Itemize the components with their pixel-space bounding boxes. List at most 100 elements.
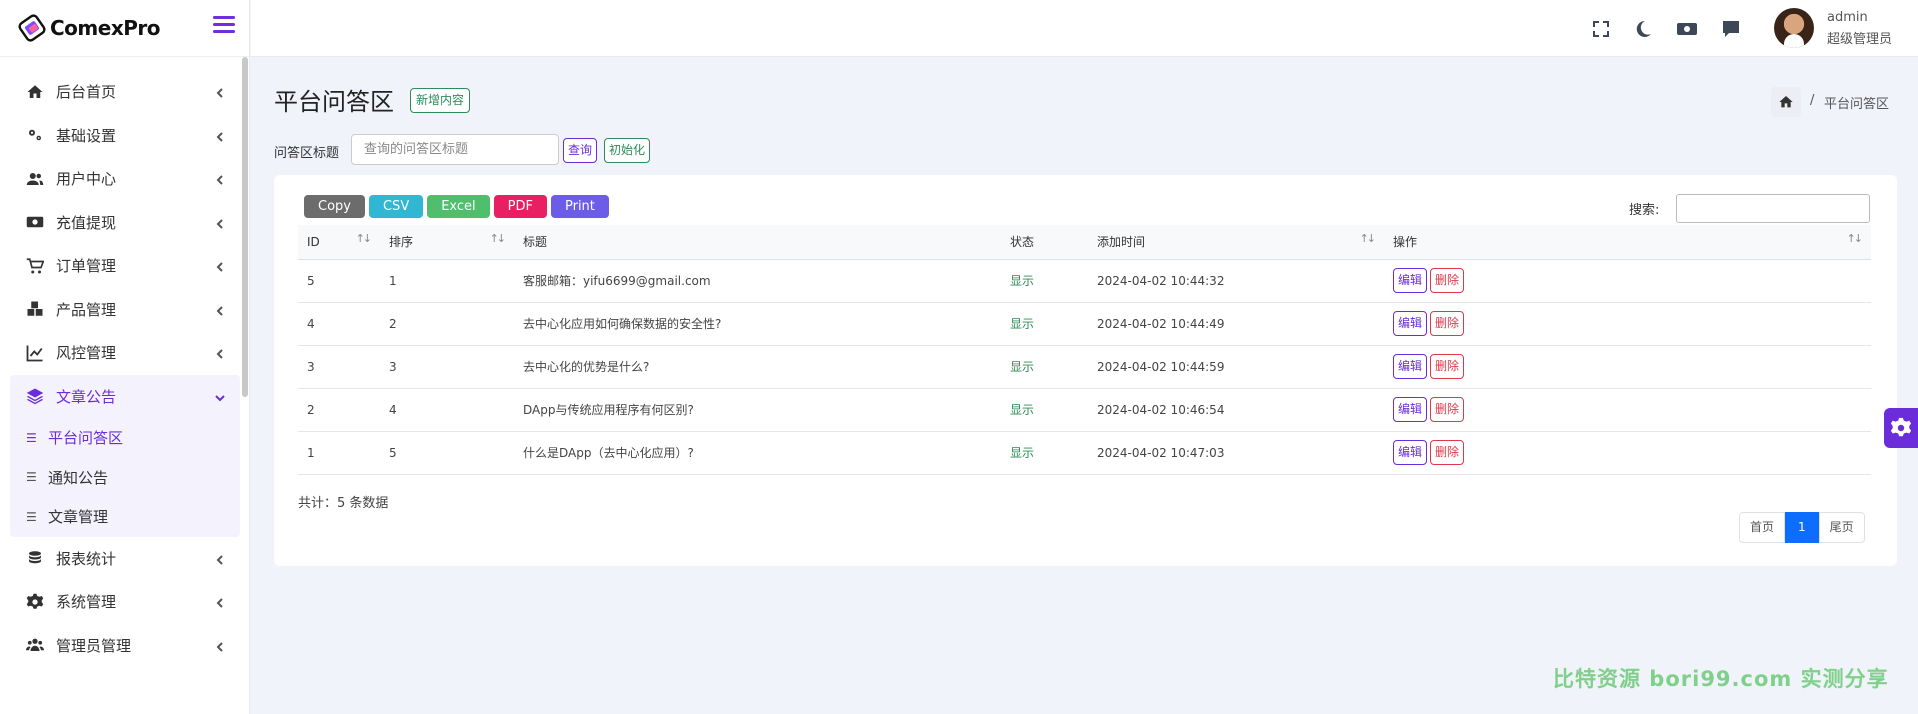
edit-button[interactable]: 编辑 — [1393, 397, 1428, 422]
total-count: 共计：5 条数据 — [298, 496, 389, 511]
column-header-time[interactable]: 添加时间 ↑↓ — [1088, 225, 1384, 260]
delete-button[interactable]: 删除 — [1430, 354, 1465, 379]
menu-toggle-icon[interactable] — [213, 16, 235, 36]
cell-status: 显示 — [1010, 403, 1035, 417]
sidebar-subitem-notices[interactable]: ☰ 通知公告 — [10, 458, 240, 498]
qa-table: ID ↑↓ 排序 ↑↓ 标题 状态 添加时间 ↑↓ 操作 ↑↓ 5 1 客服邮箱：yif… — [298, 225, 1871, 475]
sidebar-item-basic-settings[interactable]: 基础设置 — [10, 114, 240, 158]
table-row: 1 5 什么是DApp（去中心化应用）? 显示 2024-04-02 10:47… — [298, 431, 1871, 474]
cell-title: DApp与传统应用程序有何区别? — [523, 403, 694, 417]
edit-button[interactable]: 编辑 — [1393, 268, 1428, 293]
sidebar-item-reports[interactable]: 报表统计 — [10, 537, 240, 581]
pdf-button[interactable]: PDF — [493, 195, 547, 218]
page-title: 平台问答区 — [274, 88, 394, 116]
edit-button[interactable]: 编辑 — [1393, 440, 1428, 465]
excel-button[interactable]: Excel — [427, 195, 490, 218]
sidebar-subitem-label: 文章管理 — [48, 508, 109, 527]
user-role: 超级管理员 — [1827, 32, 1893, 47]
chart-line-icon — [24, 344, 46, 362]
settings-gear-icon[interactable] — [1884, 408, 1918, 448]
sidebar-item-orders[interactable]: 订单管理 — [10, 244, 240, 288]
fullscreen-icon[interactable] — [1591, 19, 1611, 39]
delete-button[interactable]: 删除 — [1430, 397, 1465, 422]
last-page-button[interactable]: 尾页 — [1818, 512, 1865, 543]
cubes-icon — [24, 300, 46, 318]
sidebar-scrollbar[interactable] — [242, 57, 248, 397]
sidebar-subitem-label: 通知公告 — [48, 468, 109, 487]
gear-icon — [24, 593, 46, 611]
table-search-input[interactable] — [1676, 194, 1870, 223]
sidebar-item-system[interactable]: 系统管理 — [10, 580, 240, 624]
column-header-id[interactable]: ID ↑↓ — [298, 225, 380, 260]
cell-title: 去中心化应用如何确保数据的安全性? — [523, 317, 722, 331]
sidebar-item-label: 系统管理 — [56, 593, 117, 612]
cell-actions: 编辑 删除 — [1384, 259, 1871, 302]
money-icon[interactable] — [1677, 19, 1697, 39]
avatar[interactable] — [1774, 8, 1814, 48]
sidebar-item-user-center[interactable]: 用户中心 — [10, 157, 240, 201]
column-header-actions[interactable]: 操作 ↑↓ — [1384, 225, 1871, 260]
current-page-button[interactable]: 1 — [1785, 512, 1819, 543]
sort-icon: ↑↓ — [489, 232, 507, 245]
add-content-button[interactable]: 新增内容 — [410, 88, 471, 113]
sidebar-item-label: 后台首页 — [56, 83, 117, 102]
cell-time: 2024-04-02 10:44:49 — [1097, 316, 1225, 331]
sidebar-item-articles[interactable]: 文章公告 — [10, 375, 240, 419]
sidebar-subitem-label: 平台问答区 — [48, 429, 124, 448]
csv-button[interactable]: CSV — [368, 195, 424, 218]
money-icon — [24, 213, 46, 231]
sidebar-item-products[interactable]: 产品管理 — [10, 288, 240, 332]
column-header-sort[interactable]: 排序 ↑↓ — [380, 225, 514, 260]
chevron-left-icon — [214, 303, 226, 316]
cart-icon — [24, 257, 46, 275]
cell-actions: 编辑 删除 — [1384, 388, 1871, 431]
home-icon — [24, 83, 46, 101]
sidebar-item-label: 报表统计 — [56, 549, 117, 568]
breadcrumb-home-icon[interactable] — [1771, 87, 1801, 117]
breadcrumb-separator: / — [1810, 93, 1815, 108]
message-icon[interactable] — [1721, 19, 1741, 39]
chevron-left-icon — [214, 172, 226, 185]
delete-button[interactable]: 删除 — [1430, 440, 1465, 465]
first-page-button[interactable]: 首页 — [1739, 512, 1786, 543]
sidebar: ComexPro 后台首页 基础设置 用户中心 充值提现 订单管理 产品管理 风… — [0, 0, 250, 714]
sort-icon: ↑↓ — [1359, 232, 1377, 245]
sidebar-item-dashboard[interactable]: 后台首页 — [10, 70, 240, 114]
sidebar-item-deposit-withdraw[interactable]: 充值提现 — [10, 201, 240, 245]
cell-id: 5 — [307, 273, 315, 288]
query-button[interactable]: 查询 — [563, 138, 598, 163]
user-name: admin — [1827, 10, 1868, 25]
cell-time: 2024-04-02 10:44:59 — [1097, 359, 1225, 374]
cell-id: 1 — [307, 445, 315, 460]
reset-button[interactable]: 初始化 — [604, 138, 651, 163]
table-search-label: 搜索: — [1629, 203, 1660, 218]
sidebar-item-admins[interactable]: 管理员管理 — [10, 624, 240, 668]
sort-icon: ↑↓ — [1846, 232, 1864, 245]
copy-button[interactable]: Copy — [304, 195, 365, 218]
cell-sort: 1 — [389, 273, 397, 288]
chevron-left-icon — [214, 129, 226, 142]
title-search-input[interactable] — [351, 134, 559, 165]
cell-time: 2024-04-02 10:46:54 — [1097, 402, 1225, 417]
table-card: Copy CSV Excel PDF Print 搜索: ID ↑↓ 排序 ↑↓ 标… — [274, 175, 1897, 566]
list-icon: ☰ — [26, 430, 37, 445]
moon-icon[interactable] — [1633, 19, 1653, 39]
sidebar-item-label: 管理员管理 — [56, 636, 132, 655]
export-buttons: Copy CSV Excel PDF Print — [304, 195, 609, 218]
watermark: 比特资源 bori99.com 实测分享 — [1553, 667, 1889, 691]
print-button[interactable]: Print — [550, 195, 609, 218]
cell-id: 3 — [307, 359, 315, 374]
delete-button[interactable]: 删除 — [1430, 268, 1465, 293]
table-row: 5 1 客服邮箱：yifu6699@gmail.com 显示 2024-04-0… — [298, 259, 1871, 302]
sidebar-item-label: 充值提现 — [56, 213, 117, 232]
delete-button[interactable]: 删除 — [1430, 311, 1465, 336]
search-label: 问答区标题 — [274, 146, 340, 161]
chevron-down-icon — [214, 390, 226, 402]
edit-button[interactable]: 编辑 — [1393, 354, 1428, 379]
layers-icon — [24, 387, 46, 405]
edit-button[interactable]: 编辑 — [1393, 311, 1428, 336]
sidebar-item-risk-control[interactable]: 风控管理 — [10, 331, 240, 375]
cell-actions: 编辑 删除 — [1384, 302, 1871, 345]
sidebar-subitem-qa[interactable]: ☰ 平台问答区 — [10, 418, 240, 458]
sidebar-subitem-article-manage[interactable]: ☰ 文章管理 — [10, 497, 240, 537]
